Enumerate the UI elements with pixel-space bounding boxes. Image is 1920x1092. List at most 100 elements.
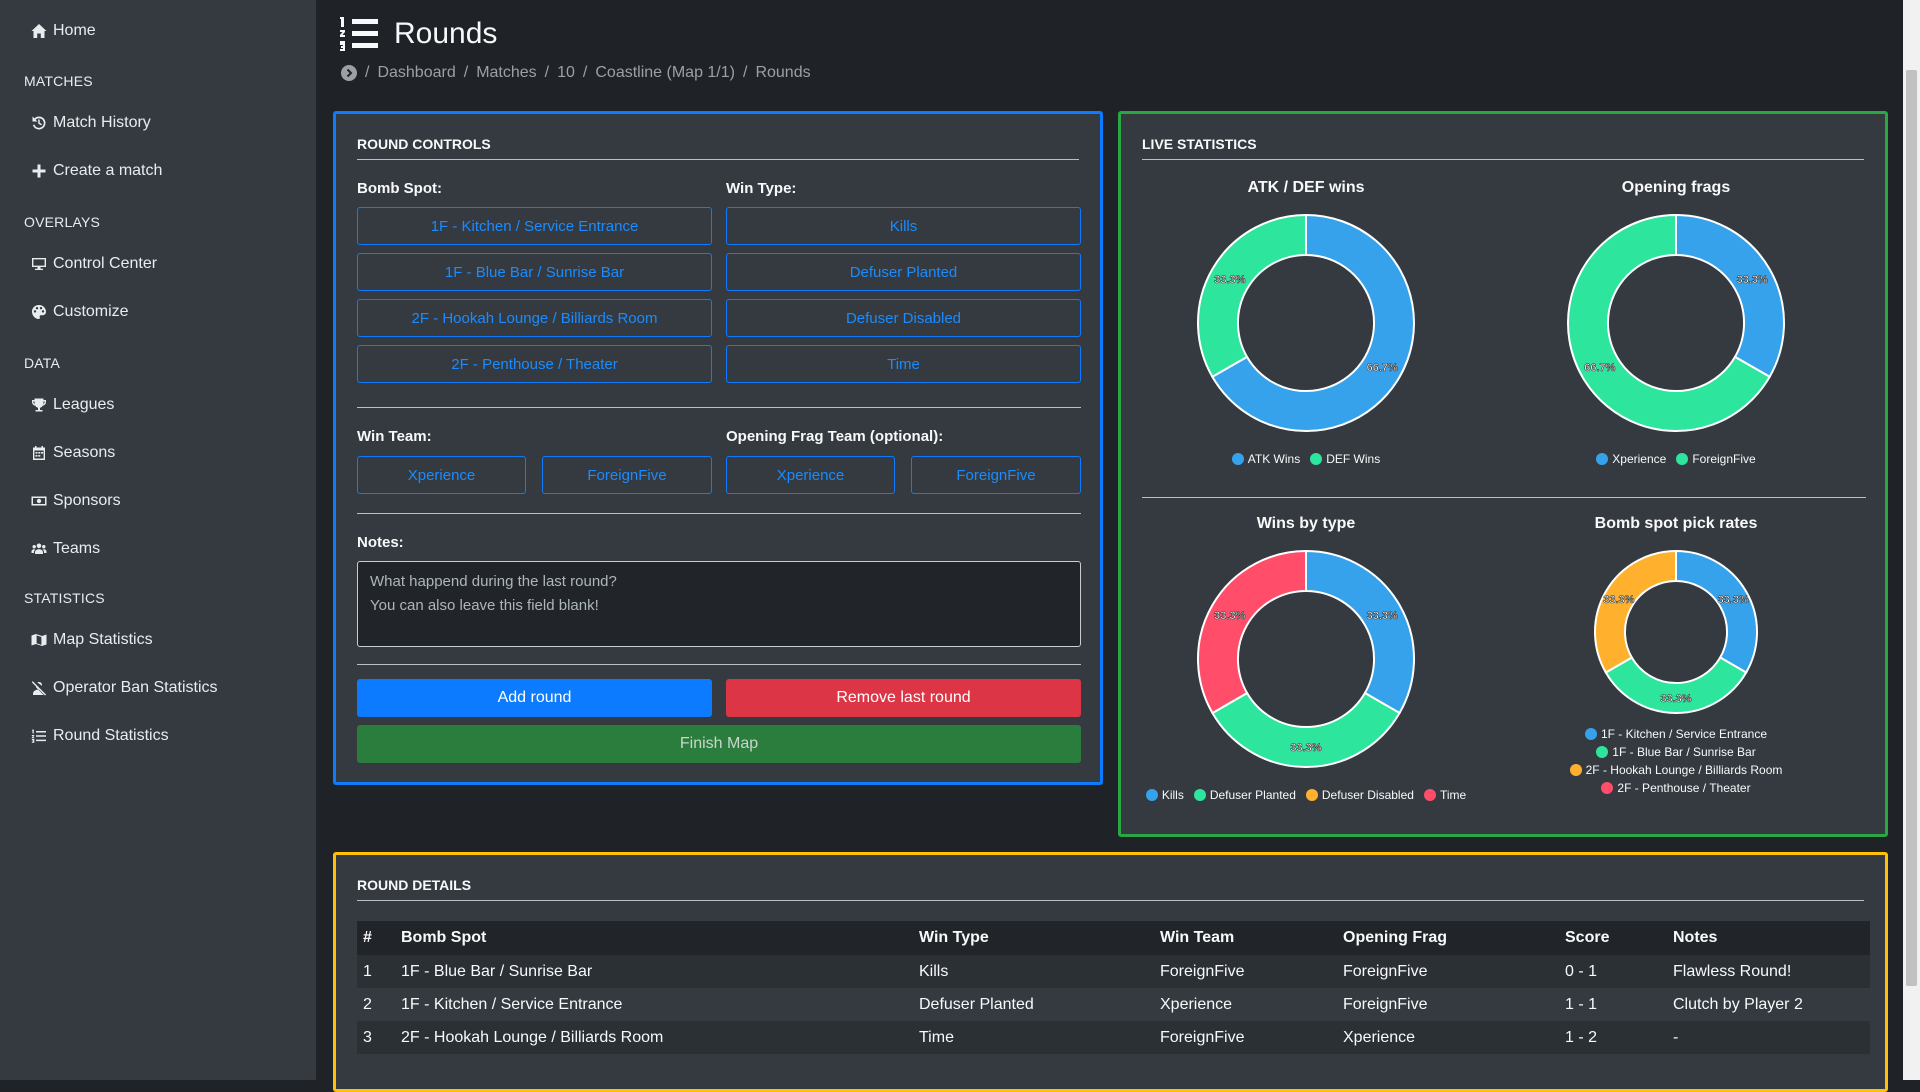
legend-label: Time (1439, 788, 1467, 802)
legend-label: ForeignFive (1692, 452, 1756, 466)
sidebar-item-sponsors[interactable]: Sponsors (31, 489, 121, 513)
legend-label: Kills (1161, 788, 1184, 802)
scrollbar-thumb[interactable] (1906, 70, 1917, 986)
column-header: Win Team (1154, 921, 1337, 955)
win-type-button[interactable]: Defuser Disabled (726, 299, 1081, 337)
sidebar-item-match-history[interactable]: Match History (31, 111, 151, 135)
legend-item[interactable]: DEF Wins (1310, 452, 1380, 466)
divider (1142, 497, 1866, 498)
legend-item[interactable]: ATK Wins (1231, 452, 1300, 466)
chevron-circle-right-icon[interactable] (341, 65, 357, 81)
win-type-button[interactable]: Kills (726, 207, 1081, 245)
donut-chart: 33.3% 66.7% (1567, 213, 1785, 432)
win-team-button[interactable]: Xperience (357, 456, 526, 494)
legend-item[interactable]: 1F - Blue Bar / Sunrise Bar (1596, 745, 1756, 759)
sidebar-item-label: Round Statistics (53, 727, 169, 744)
history-icon (32, 116, 46, 130)
legend-item[interactable]: 2F - Penthouse / Theater (1601, 781, 1751, 795)
sidebar-item-home[interactable]: Home (31, 19, 96, 43)
sidebar-item-create-match[interactable]: Create a match (31, 159, 162, 183)
sidebar-item-round-statistics[interactable]: Round Statistics (31, 724, 169, 748)
breadcrumb-dashboard[interactable]: Dashboard (377, 64, 455, 82)
cell-bomb-spot: 1F - Kitchen / Service Entrance (395, 988, 913, 1021)
bomb-spot-button[interactable]: 1F - Kitchen / Service Entrance (357, 207, 712, 245)
donut-chart: 66.7% 33.3% (1197, 213, 1415, 432)
slice-label: 33.3% (1367, 610, 1398, 622)
sidebar-item-leagues[interactable]: Leagues (31, 393, 114, 417)
card-title: ROUND DETAILS (357, 877, 1864, 901)
opening-frag-team-button[interactable]: ForeignFive (911, 456, 1081, 494)
sidebar-item-customize[interactable]: Customize (31, 300, 129, 324)
sidebar-item-teams[interactable]: Teams (31, 537, 100, 561)
legend-label: DEF Wins (1326, 452, 1381, 466)
list-ol-icon (31, 729, 46, 743)
sidebar-heading-overlays: OVERLAYS (24, 214, 101, 230)
legend-item[interactable]: Defuser Planted (1193, 788, 1296, 802)
legend-item[interactable]: Defuser Disabled (1305, 788, 1414, 802)
chart-legend: Xperience ForeignFive (1491, 452, 1861, 466)
sidebar-item-label: Operator Ban Statistics (53, 679, 218, 696)
cell-win-team: Xperience (1154, 988, 1337, 1021)
legend-item[interactable]: 1F - Kitchen / Service Entrance (1584, 727, 1768, 741)
donut-slice (1675, 213, 1785, 379)
round-controls-card: ROUND CONTROLS Bomb Spot: 1F - Kitchen /… (333, 111, 1103, 785)
legend-swatch (1305, 789, 1318, 801)
divider (357, 664, 1081, 665)
monitor-icon (32, 258, 46, 270)
sidebar-heading-matches: MATCHES (24, 73, 93, 89)
legend-item[interactable]: Time (1423, 788, 1467, 802)
notes-textarea[interactable] (357, 561, 1081, 647)
cell-win-team: ForeignFive (1154, 1021, 1337, 1054)
card-title: ROUND CONTROLS (357, 136, 1079, 160)
cell-round-number: 3 (357, 1021, 395, 1054)
plus-icon (32, 164, 46, 178)
bomb-spot-button[interactable]: 2F - Hookah Lounge / Billiards Room (357, 299, 712, 337)
finish-map-button[interactable]: Finish Map (357, 725, 1081, 763)
cell-win-type: Kills (913, 955, 1154, 988)
table-row: 1 1F - Blue Bar / Sunrise Bar Kills Fore… (357, 955, 1870, 988)
column-header: Notes (1667, 921, 1870, 955)
sidebar-item-seasons[interactable]: Seasons (31, 441, 115, 465)
chart-title: ATK / DEF wins (1247, 179, 1365, 196)
donut-slice (1305, 549, 1415, 715)
legend-item[interactable]: ForeignFive (1676, 452, 1756, 466)
add-round-button[interactable]: Add round (357, 679, 712, 717)
opening-frag-team-button[interactable]: Xperience (726, 456, 895, 494)
legend-label: Xperience (1612, 452, 1667, 466)
cell-round-number: 2 (357, 988, 395, 1021)
sidebar-item-operator-ban-statistics[interactable]: Operator Ban Statistics (31, 676, 218, 700)
legend-label: 1F - Kitchen / Service Entrance (1600, 727, 1768, 741)
remove-last-round-button[interactable]: Remove last round (726, 679, 1081, 717)
breadcrumb-matches[interactable]: Matches (476, 64, 536, 82)
cell-notes: Clutch by Player 2 (1667, 988, 1870, 1021)
legend-swatch (1596, 453, 1609, 465)
round-details-table: # Bomb Spot Win Type Win Team Opening Fr… (357, 921, 1870, 1054)
bomb-spot-button[interactable]: 1F - Blue Bar / Sunrise Bar (357, 253, 712, 291)
sidebar-item-label: Sponsors (53, 492, 121, 509)
calendar-icon (33, 446, 45, 460)
sidebar-item-map-statistics[interactable]: Map Statistics (31, 628, 153, 652)
column-header: Bomb Spot (395, 921, 913, 955)
round-details-card: ROUND DETAILS # Bomb Spot Win Type Win T… (333, 852, 1888, 1092)
legend-swatch (1231, 453, 1244, 465)
legend-item[interactable]: 2F - Hookah Lounge / Billiards Room (1569, 763, 1783, 777)
sidebar-item-control-center[interactable]: Control Center (31, 252, 157, 276)
breadcrumb-map[interactable]: Coastline (Map 1/1) (595, 64, 735, 82)
cell-bomb-spot: 1F - Blue Bar / Sunrise Bar (395, 955, 913, 988)
breadcrumb-match-id[interactable]: 10 (557, 64, 575, 82)
win-team-button[interactable]: ForeignFive (542, 456, 712, 494)
page-title: Rounds (340, 12, 497, 56)
bomb-spot-button[interactable]: 2F - Penthouse / Theater (357, 345, 712, 383)
cell-notes: Flawless Round! (1667, 955, 1870, 988)
win-type-button[interactable]: Time (726, 345, 1081, 383)
page-scrollbar[interactable] (1903, 0, 1920, 1080)
legend-item[interactable]: Xperience (1596, 452, 1666, 466)
cell-score: 0 - 1 (1559, 955, 1667, 988)
legend-label: 2F - Hookah Lounge / Billiards Room (1585, 763, 1783, 777)
legend-swatch (1145, 789, 1158, 801)
legend-item[interactable]: Kills (1145, 788, 1184, 802)
breadcrumb-separator: / (544, 64, 550, 81)
palette-icon (32, 305, 46, 319)
win-type-button[interactable]: Defuser Planted (726, 253, 1081, 291)
sidebar-item-label: Create a match (53, 162, 163, 179)
